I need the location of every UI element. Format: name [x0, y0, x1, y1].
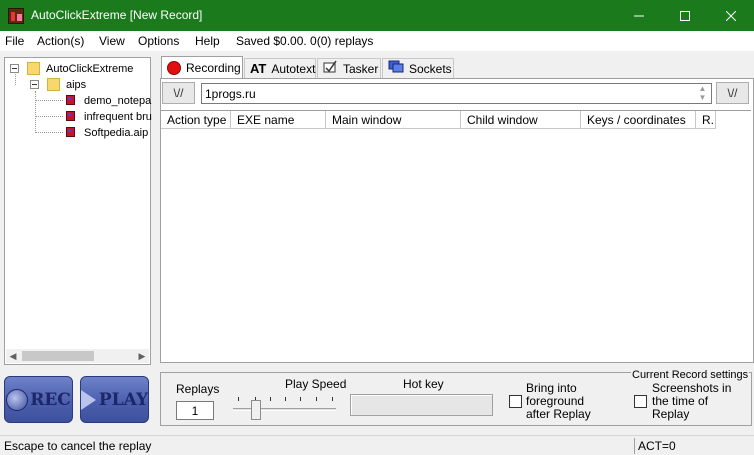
minimize-icon: [634, 15, 644, 16]
column-header-exe-name[interactable]: EXE name: [231, 111, 326, 129]
title-bar: AutoClickExtreme [New Record]: [0, 0, 754, 31]
tree-root[interactable]: AutoClickExtreme: [46, 63, 133, 75]
scroll-thumb[interactable]: [22, 351, 94, 361]
play-speed-slider[interactable]: [233, 408, 336, 411]
status-bar: Escape to cancel the replay ACT=0: [0, 435, 754, 455]
record-dot-icon: [167, 61, 181, 75]
slider-tick: [300, 397, 301, 401]
screenshots-label: Screenshots in the time of Replay: [652, 381, 732, 421]
tree-horizontal-scrollbar[interactable]: ◀ ▶: [6, 349, 149, 363]
scroll-right-icon[interactable]: ▶: [135, 349, 149, 363]
url-input[interactable]: [201, 83, 712, 104]
replays-label: Replays: [176, 382, 220, 396]
chevron-down-icon: \//: [727, 86, 738, 100]
play-button[interactable]: PLAY: [80, 376, 149, 423]
tab-recording[interactable]: Recording: [161, 56, 243, 79]
menu-view[interactable]: View: [99, 34, 125, 48]
maximize-icon: [680, 10, 690, 21]
at-icon: AT: [250, 61, 267, 76]
rec-button-label: REC: [30, 389, 71, 410]
rec-button[interactable]: REC: [4, 376, 73, 423]
slider-tick: [238, 397, 239, 401]
tree-connector: [35, 132, 63, 133]
collapse-root-toggle[interactable]: [10, 64, 19, 73]
slider-tick: [316, 397, 317, 401]
column-header-action-type[interactable]: Action type: [161, 111, 231, 129]
maximize-button[interactable]: [662, 0, 708, 31]
menu-options[interactable]: Options: [138, 34, 179, 48]
menu-actions[interactable]: Action(s): [37, 34, 84, 48]
column-header-keys-coordinates[interactable]: Keys / coordinates: [581, 111, 696, 129]
tree-file[interactable]: Softpedia.aip: [84, 127, 148, 139]
chevron-down-icon[interactable]: ▼: [694, 93, 711, 102]
slider-tick: [270, 397, 271, 401]
tree-folder-aips[interactable]: aips: [66, 79, 86, 91]
tab-tasker[interactable]: Tasker: [317, 58, 381, 78]
tab-label: Recording: [186, 61, 241, 75]
actions-table[interactable]: Action type EXE name Main window Child w…: [161, 110, 751, 362]
replays-input[interactable]: [176, 401, 214, 420]
status-divider: [634, 438, 635, 454]
move-down-button[interactable]: \//: [162, 82, 195, 104]
record-icon: [6, 388, 29, 411]
tree-connector: [35, 91, 36, 133]
tab-sockets[interactable]: Sockets: [382, 58, 454, 78]
column-header-r[interactable]: R...: [696, 111, 716, 129]
collapse-folder-toggle[interactable]: [30, 80, 39, 89]
tab-autotext[interactable]: AT Autotext: [244, 58, 316, 78]
aip-file-icon: [66, 95, 75, 105]
move-down-right-button[interactable]: \//: [716, 82, 749, 104]
hot-key-field[interactable]: [350, 394, 493, 416]
play-icon: [80, 389, 96, 410]
hot-key-label: Hot key: [403, 377, 444, 391]
play-speed-thumb[interactable]: [251, 400, 261, 420]
tree-connector: [35, 116, 63, 117]
tree-file[interactable]: demo_notepa: [84, 95, 151, 107]
folder-icon: [47, 78, 60, 91]
tab-label: Autotext: [271, 61, 316, 76]
tree-connector: [15, 72, 16, 85]
close-icon: [726, 10, 736, 21]
menu-bar: File Action(s) View Options Help Saved $…: [0, 31, 754, 51]
chevron-down-icon: \//: [173, 86, 184, 100]
act-counter: ACT=0: [638, 439, 676, 453]
scroll-left-icon[interactable]: ◀: [6, 349, 20, 363]
tree-file[interactable]: infrequent bru: [84, 111, 152, 123]
tree-connector: [35, 100, 63, 101]
play-button-label: PLAY: [98, 389, 149, 410]
column-header-main-window[interactable]: Main window: [326, 111, 461, 129]
menu-help[interactable]: Help: [195, 34, 220, 48]
settings-group-title: Current Record settings: [631, 369, 750, 381]
close-button[interactable]: [708, 0, 754, 31]
tab-label: Sockets: [409, 61, 452, 76]
aip-file-icon: [66, 111, 75, 121]
input-spinner[interactable]: ▲ ▼: [694, 84, 711, 103]
slider-tick: [285, 397, 286, 401]
tasker-icon: [323, 60, 338, 77]
aip-file-icon: [66, 127, 75, 137]
chevron-up-icon[interactable]: ▲: [694, 84, 711, 93]
folder-icon: [27, 62, 40, 75]
window-title: AutoClickExtreme [New Record]: [31, 8, 203, 22]
play-speed-label: Play Speed: [285, 377, 347, 391]
bring-foreground-label: Bring into foreground after Replay: [526, 381, 591, 421]
minimize-button[interactable]: [616, 0, 662, 31]
app-icon: [8, 8, 24, 24]
monitor-icon: [388, 60, 404, 77]
slider-tick: [332, 397, 333, 401]
record-tree[interactable]: AutoClickExtreme aips demo_notepa infreq…: [4, 57, 152, 365]
column-header-child-window[interactable]: Child window: [461, 111, 581, 129]
status-message: Escape to cancel the replay: [4, 439, 152, 453]
saved-status: Saved $0.00. 0(0) replays: [236, 34, 374, 48]
screenshots-checkbox[interactable]: [634, 395, 647, 408]
menu-file[interactable]: File: [5, 34, 24, 48]
tab-label: Tasker: [343, 61, 379, 76]
bring-foreground-checkbox[interactable]: [509, 395, 522, 408]
